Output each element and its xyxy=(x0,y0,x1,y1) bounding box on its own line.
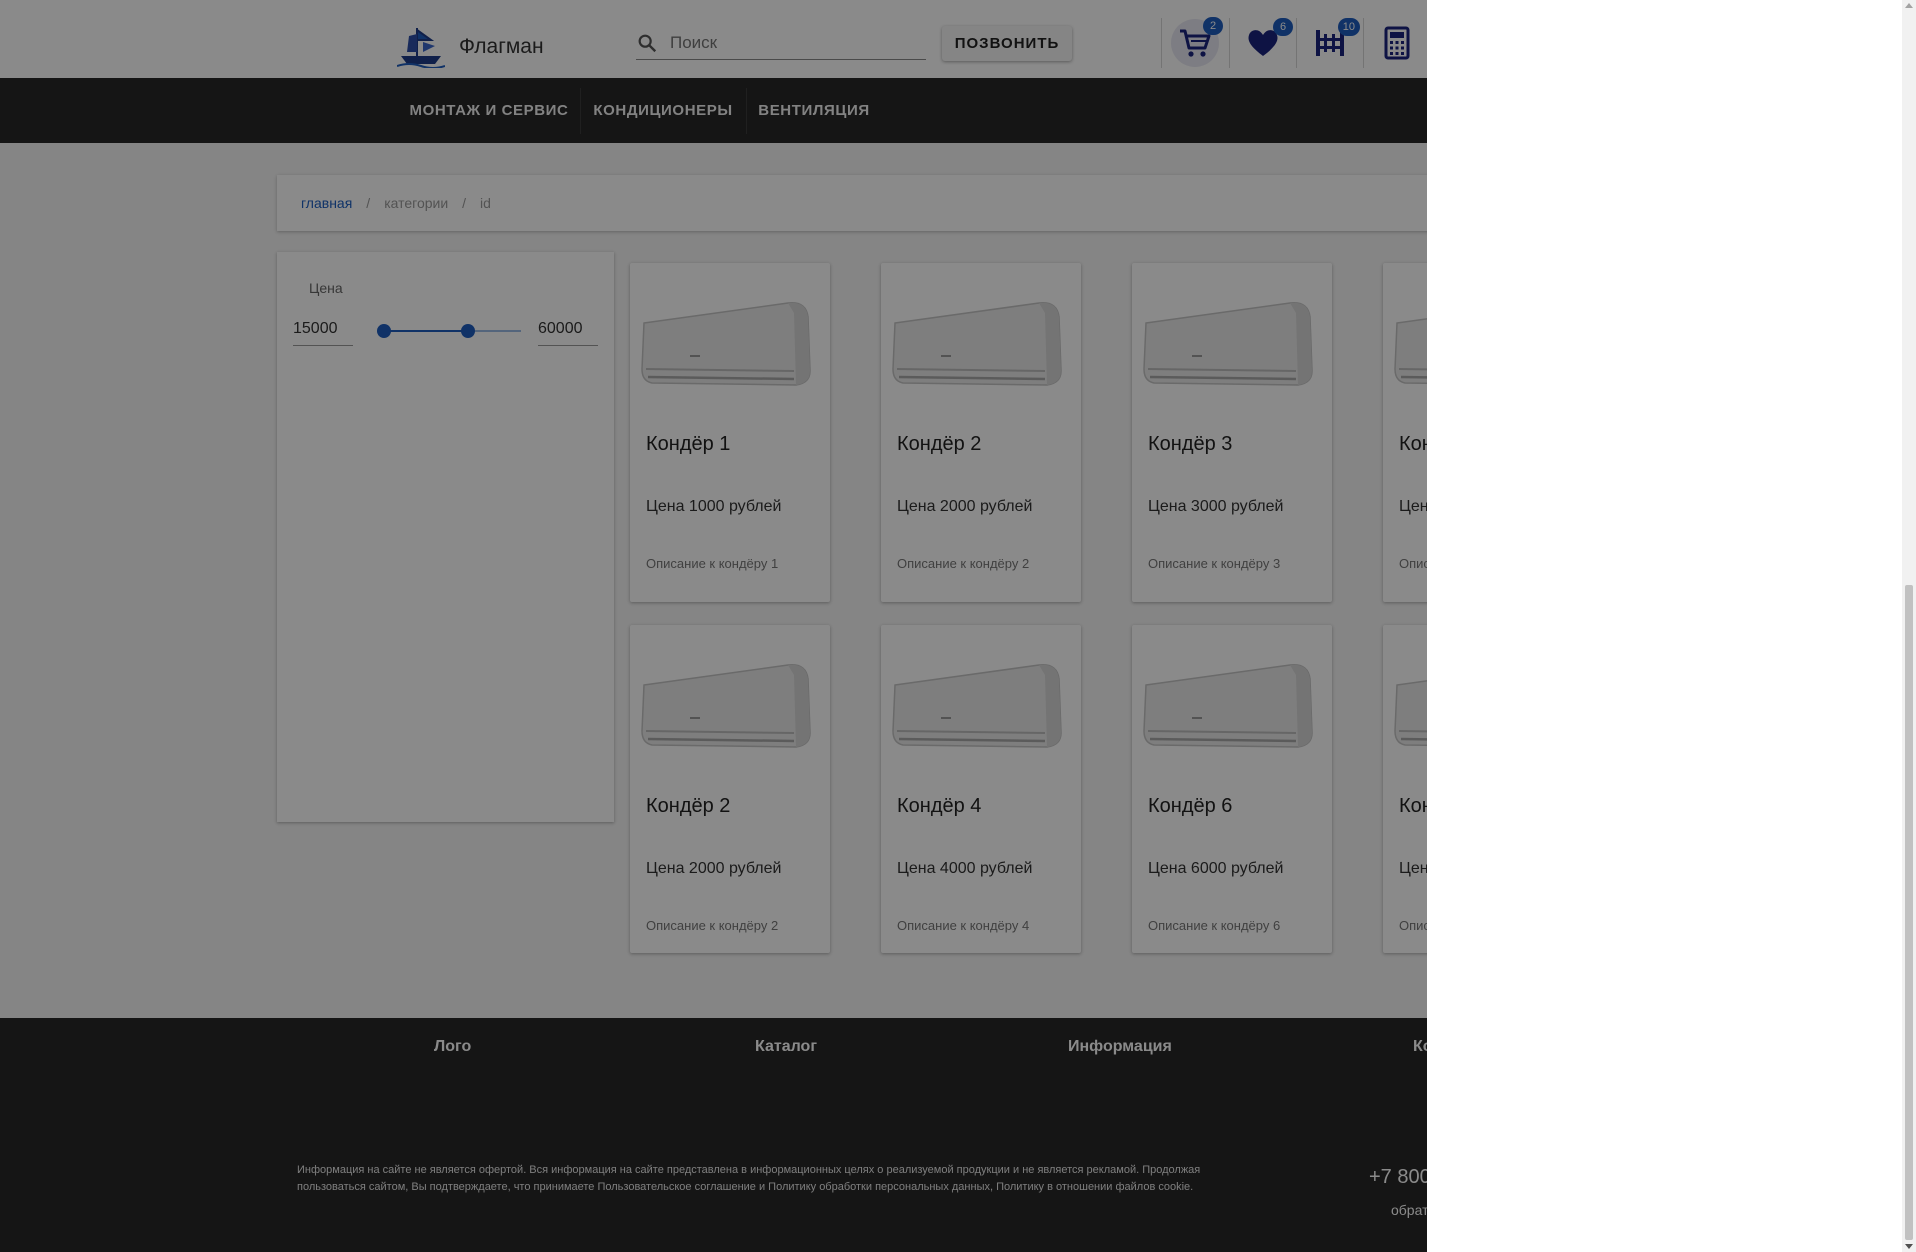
scroll-up-arrow-icon[interactable] xyxy=(1905,3,1913,8)
modal-overlay[interactable] xyxy=(0,0,1427,1252)
scroll-down-arrow-icon[interactable] xyxy=(1905,1244,1913,1249)
side-drawer xyxy=(1427,0,1916,1252)
scrollbar[interactable] xyxy=(1902,0,1916,1252)
scrollbar-thumb[interactable] xyxy=(1905,585,1913,1240)
